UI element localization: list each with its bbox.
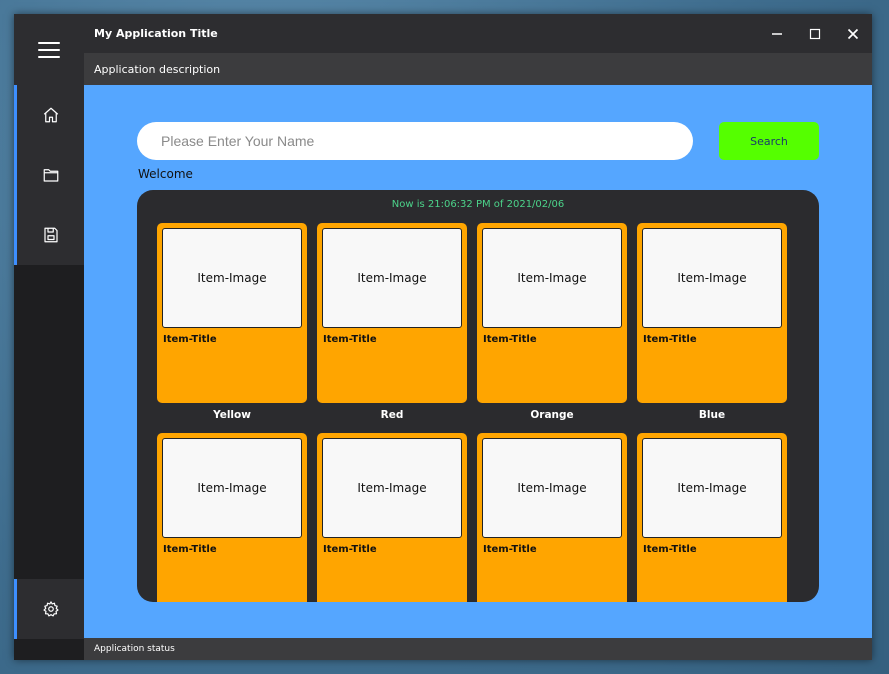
app-description: Application description: [94, 62, 221, 76]
maximize-icon: [809, 28, 821, 39]
item-title: Item-Title: [483, 334, 537, 345]
minimize-button[interactable]: [758, 14, 796, 53]
welcome-text: Welcome: [138, 167, 193, 181]
sidebar-item-home[interactable]: [17, 85, 84, 145]
item-card-wrapper: Item-Image Item-Title Red: [317, 223, 467, 421]
item-card-wrapper: Item-Image Item-Title: [317, 433, 467, 602]
item-image: Item-Image: [322, 438, 462, 538]
item-title: Item-Title: [163, 334, 217, 345]
minimize-icon: [772, 32, 782, 35]
menu-toggle-button[interactable]: [14, 14, 84, 85]
item-title: Item-Title: [643, 334, 697, 345]
item-title: Item-Title: [483, 544, 537, 555]
name-input[interactable]: [137, 122, 693, 160]
maximize-button[interactable]: [796, 14, 834, 53]
item-card[interactable]: Item-Image Item-Title: [157, 223, 307, 403]
close-button[interactable]: [834, 14, 872, 53]
items-panel: Now is 21:06:32 PM of 2021/02/06 Item-Im…: [137, 190, 819, 602]
item-card[interactable]: Item-Image Item-Title: [637, 433, 787, 602]
item-card[interactable]: Item-Image Item-Title: [477, 223, 627, 403]
status-text: Application status: [94, 644, 175, 654]
item-image: Item-Image: [642, 438, 782, 538]
hamburger-icon: [38, 41, 60, 58]
item-card-wrapper: Item-Image Item-Title Blue: [637, 223, 787, 421]
item-title: Item-Title: [323, 544, 377, 555]
app-window: My Application Title Application descrip…: [14, 14, 872, 660]
gear-icon: [42, 601, 59, 617]
main-content: Search Welcome Now is 21:06:32 PM of 202…: [84, 85, 872, 638]
home-icon: [43, 107, 58, 123]
item-label: Red: [380, 409, 404, 421]
item-card[interactable]: Item-Image Item-Title: [637, 223, 787, 403]
item-image: Item-Image: [162, 228, 302, 328]
item-card-wrapper: Item-Image Item-Title: [637, 433, 787, 602]
item-card-wrapper: Item-Image Item-Title: [477, 433, 627, 602]
item-image: Item-Image: [322, 228, 462, 328]
status-bar: Application status: [84, 638, 872, 660]
item-card-wrapper: Item-Image Item-Title Yellow: [157, 223, 307, 421]
item-card[interactable]: Item-Image Item-Title: [317, 433, 467, 602]
item-card[interactable]: Item-Image Item-Title: [157, 433, 307, 602]
description-bar: Application description: [84, 53, 872, 85]
item-title: Item-Title: [323, 334, 377, 345]
item-card[interactable]: Item-Image Item-Title: [477, 433, 627, 602]
item-image: Item-Image: [642, 228, 782, 328]
item-label: Blue: [698, 409, 726, 421]
sidebar-item-folder[interactable]: [17, 145, 84, 205]
item-label: Yellow: [213, 409, 251, 421]
sidebar-item-save[interactable]: [17, 205, 84, 265]
item-card-wrapper: Item-Image Item-Title Orange: [477, 223, 627, 421]
clock-text: Now is 21:06:32 PM of 2021/02/06: [391, 199, 565, 210]
save-icon: [43, 227, 58, 243]
settings-button[interactable]: [14, 579, 84, 639]
item-title: Item-Title: [163, 544, 217, 555]
folder-icon: [43, 169, 58, 182]
item-card[interactable]: Item-Image Item-Title: [317, 223, 467, 403]
window-controls: [758, 14, 872, 53]
item-label: Orange: [530, 409, 574, 421]
close-icon: [847, 28, 859, 39]
sidebar-footer: [14, 639, 84, 660]
search-button[interactable]: Search: [719, 122, 819, 160]
item-card-wrapper: Item-Image Item-Title: [157, 433, 307, 602]
sidebar-nav: [14, 85, 84, 265]
app-title: My Application Title: [94, 27, 218, 40]
title-bar[interactable]: My Application Title: [84, 14, 872, 53]
sidebar: [14, 14, 84, 660]
item-title: Item-Title: [643, 544, 697, 555]
item-image: Item-Image: [162, 438, 302, 538]
item-image: Item-Image: [482, 438, 622, 538]
item-image: Item-Image: [482, 228, 622, 328]
